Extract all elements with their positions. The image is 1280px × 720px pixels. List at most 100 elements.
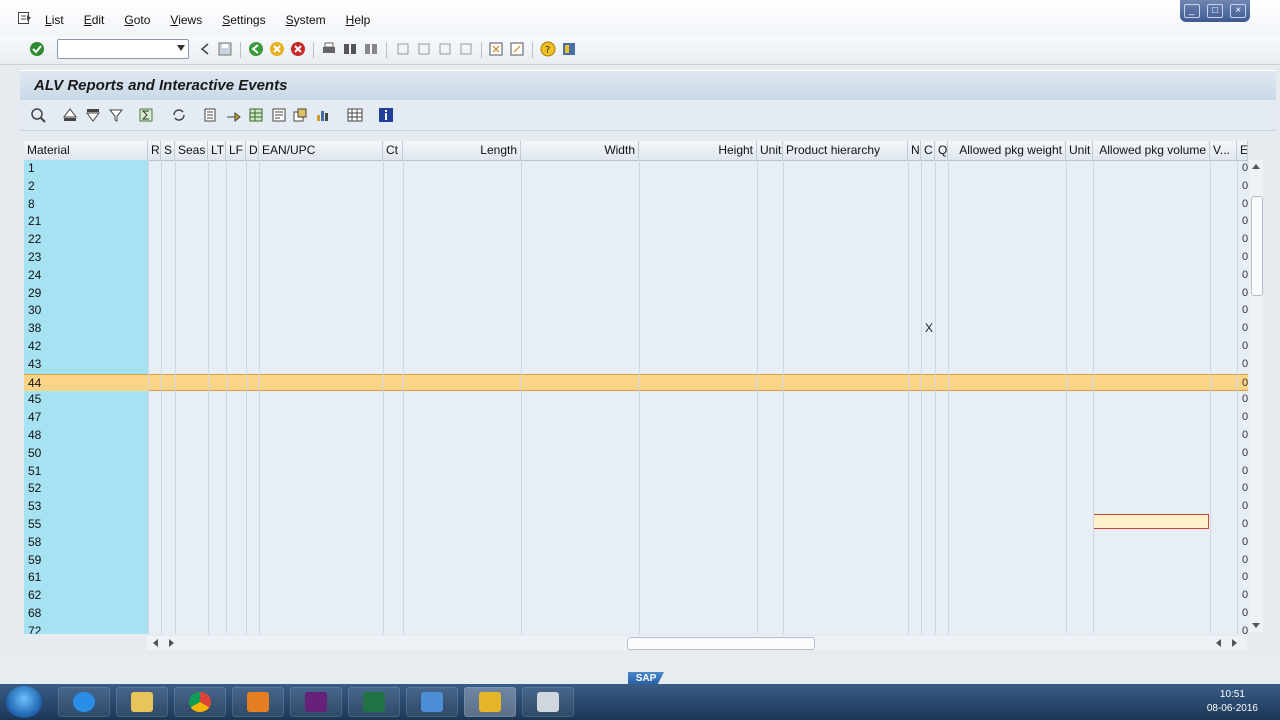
layout-grid-icon[interactable] [347, 107, 363, 123]
material-cell[interactable]: 38 [24, 320, 148, 338]
material-cell[interactable]: 8 [24, 195, 148, 214]
material-cell[interactable]: 58 [24, 533, 148, 552]
material-cell[interactable]: 30 [24, 302, 148, 321]
column-header[interactable]: Allowed pkg volume [1093, 141, 1210, 160]
material-cell[interactable]: 44 [24, 374, 148, 393]
scroll-right-icon[interactable] [1232, 639, 1237, 647]
material-cell[interactable]: 51 [24, 462, 148, 481]
first-page-icon[interactable] [395, 41, 411, 57]
print-icon[interactable] [321, 41, 337, 57]
export-icon[interactable] [225, 107, 241, 123]
edge-value-cell[interactable]: 0 [1242, 587, 1248, 605]
scroll-left-icon[interactable] [1216, 639, 1221, 647]
media-player-icon[interactable] [232, 687, 284, 717]
chrome-icon[interactable] [174, 687, 226, 717]
edge-value-cell[interactable]: 0 [1242, 605, 1248, 623]
column-header[interactable]: S [161, 141, 175, 160]
edge-value-cell[interactable]: 0 [1242, 534, 1248, 552]
dropdown-icon[interactable] [177, 45, 185, 51]
material-cell[interactable]: 1 [24, 160, 148, 178]
excel-icon[interactable] [348, 687, 400, 717]
sort-descending-icon[interactable] [85, 107, 101, 123]
material-cell[interactable]: 42 [24, 337, 148, 356]
menu-item-goto[interactable]: Goto [124, 13, 150, 27]
column-header[interactable]: Height [639, 141, 757, 160]
sap-gui-icon[interactable] [522, 687, 574, 717]
edge-value-cell[interactable]: 0 [1242, 320, 1248, 338]
column-header[interactable]: E [1237, 141, 1248, 160]
edge-value-cell[interactable]: 0 [1242, 375, 1248, 393]
material-cell[interactable]: 50 [24, 444, 148, 463]
material-cell[interactable]: 62 [24, 587, 148, 605]
material-cell[interactable]: 21 [24, 213, 148, 232]
refresh-icon[interactable] [171, 107, 187, 123]
vertical-scrollbar[interactable] [1249, 160, 1263, 632]
word-processor-icon[interactable] [271, 107, 287, 123]
selected-cell[interactable] [1093, 514, 1209, 529]
edge-value-cell[interactable]: 0 [1242, 249, 1248, 267]
menu-item-settings[interactable]: Settings [222, 13, 265, 27]
column-header[interactable]: Product hierarchy [783, 141, 908, 160]
shortcut-icon[interactable] [509, 41, 525, 57]
graphic-icon[interactable] [315, 107, 331, 123]
column-header[interactable]: Width [521, 141, 639, 160]
edge-value-cell[interactable]: 0 [1242, 552, 1248, 570]
menu-item-help[interactable]: Help [346, 13, 371, 27]
material-cell[interactable]: 72 [24, 622, 148, 634]
menu-item-edit[interactable]: Edit [84, 13, 105, 27]
edge-value-cell[interactable]: 0 [1242, 391, 1248, 409]
column-header[interactable]: Q [935, 141, 948, 160]
filter-icon[interactable] [108, 107, 124, 123]
edge-value-cell[interactable]: 0 [1242, 267, 1248, 285]
column-header[interactable]: Material [24, 141, 148, 160]
cancel-icon[interactable] [290, 41, 306, 57]
column-header[interactable]: R [148, 141, 161, 160]
new-session-icon[interactable] [488, 41, 504, 57]
maximize-icon[interactable]: □ [1206, 4, 1223, 18]
details-icon[interactable] [30, 107, 46, 123]
material-cell[interactable]: 45 [24, 391, 148, 410]
local-file-icon[interactable] [292, 107, 308, 123]
material-cell[interactable]: 61 [24, 569, 148, 588]
sort-ascending-icon[interactable] [62, 107, 78, 123]
column-header[interactable]: LT [208, 141, 226, 160]
back-icon[interactable] [248, 41, 264, 57]
material-cell[interactable]: 29 [24, 284, 148, 303]
command-field[interactable] [57, 39, 189, 59]
next-page-icon[interactable] [437, 41, 453, 57]
edge-value-cell[interactable]: 0 [1242, 623, 1248, 634]
start-button[interactable] [6, 686, 42, 718]
edge-value-cell[interactable]: 0 [1242, 196, 1248, 214]
column-header[interactable]: D [246, 141, 259, 160]
column-header[interactable]: V... [1210, 141, 1237, 160]
material-cell[interactable]: 22 [24, 231, 148, 249]
scroll-thumb[interactable] [1251, 196, 1263, 296]
minimize-icon[interactable]: _ [1183, 4, 1200, 18]
column-header[interactable]: Unit [1066, 141, 1093, 160]
scroll-left-icon[interactable] [153, 639, 158, 647]
material-cell[interactable]: 47 [24, 409, 148, 427]
scroll-down-icon[interactable] [1252, 623, 1260, 628]
column-header[interactable]: C [921, 141, 935, 160]
edge-value-cell[interactable]: 0 [1242, 356, 1248, 374]
edge-value-cell[interactable]: 0 [1242, 231, 1248, 249]
material-cell[interactable]: 52 [24, 480, 148, 499]
sap-logon-icon[interactable] [464, 687, 516, 717]
info-icon[interactable] [378, 107, 394, 123]
material-cell[interactable]: 24 [24, 266, 148, 285]
column-header[interactable]: Seas [175, 141, 208, 160]
close-icon[interactable]: × [1230, 4, 1247, 18]
back-arrow-icon[interactable] [197, 41, 213, 57]
last-page-icon[interactable] [458, 41, 474, 57]
edge-value-cell[interactable]: 0 [1242, 285, 1248, 303]
edge-value-cell[interactable]: 0 [1242, 213, 1248, 231]
column-header[interactable]: EAN/UPC [259, 141, 383, 160]
column-header[interactable]: LF [226, 141, 246, 160]
menu-item-list[interactable]: List [45, 13, 64, 27]
scroll-thumb[interactable] [627, 637, 815, 650]
edge-value-cell[interactable]: 0 [1242, 463, 1248, 481]
remote-desktop-icon[interactable] [406, 687, 458, 717]
find-next-icon[interactable] [363, 41, 379, 57]
material-cell[interactable]: 23 [24, 248, 148, 267]
column-header[interactable]: N [908, 141, 921, 160]
